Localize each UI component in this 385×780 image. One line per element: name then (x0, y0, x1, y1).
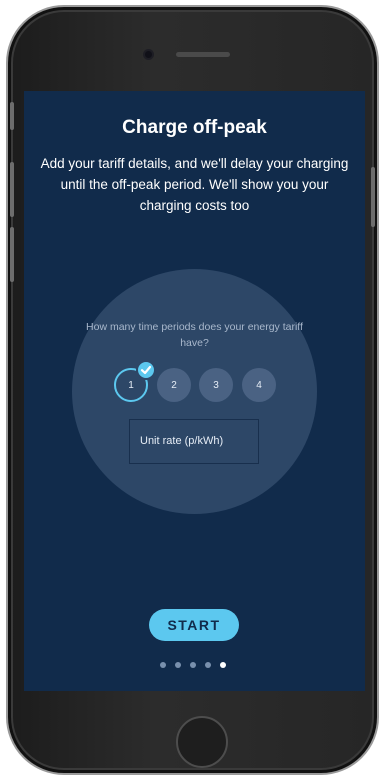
checkmark-icon (136, 360, 156, 380)
power-button (371, 167, 375, 227)
page-subtitle: Add your tariff details, and we'll delay… (40, 156, 349, 213)
period-option-4[interactable]: 4 (242, 368, 276, 402)
page-dot[interactable] (205, 662, 211, 668)
period-option-label: 4 (256, 379, 262, 391)
period-option-label: 3 (213, 379, 219, 391)
pagination-dots (160, 662, 230, 672)
volume-up-button (10, 162, 14, 217)
page-dot[interactable] (175, 662, 181, 668)
front-camera (145, 51, 152, 58)
volume-down-button (10, 227, 14, 282)
start-button[interactable]: START (149, 609, 239, 641)
page-dot-active[interactable] (220, 662, 226, 668)
home-button[interactable] (176, 716, 228, 768)
period-selector: 1 2 3 4 (114, 360, 284, 404)
tariff-setup-panel: How many time periods does your energy t… (72, 269, 317, 514)
unit-rate-input[interactable]: Unit rate (p/kWh) (129, 419, 259, 464)
earpiece-speaker (176, 52, 230, 57)
period-option-label: 2 (171, 379, 177, 391)
page-dot[interactable] (160, 662, 166, 668)
period-option-1[interactable]: 1 (114, 360, 156, 402)
period-option-label: 1 (128, 379, 134, 391)
page-title: Charge off-peak (122, 117, 267, 138)
app-screen: Charge off-peak Add your tariff details,… (24, 91, 365, 691)
period-option-2[interactable]: 2 (157, 368, 191, 402)
periods-question: How many time periods does your energy t… (86, 321, 303, 349)
period-option-3[interactable]: 3 (199, 368, 233, 402)
mute-switch (10, 102, 14, 130)
page-dot[interactable] (190, 662, 196, 668)
